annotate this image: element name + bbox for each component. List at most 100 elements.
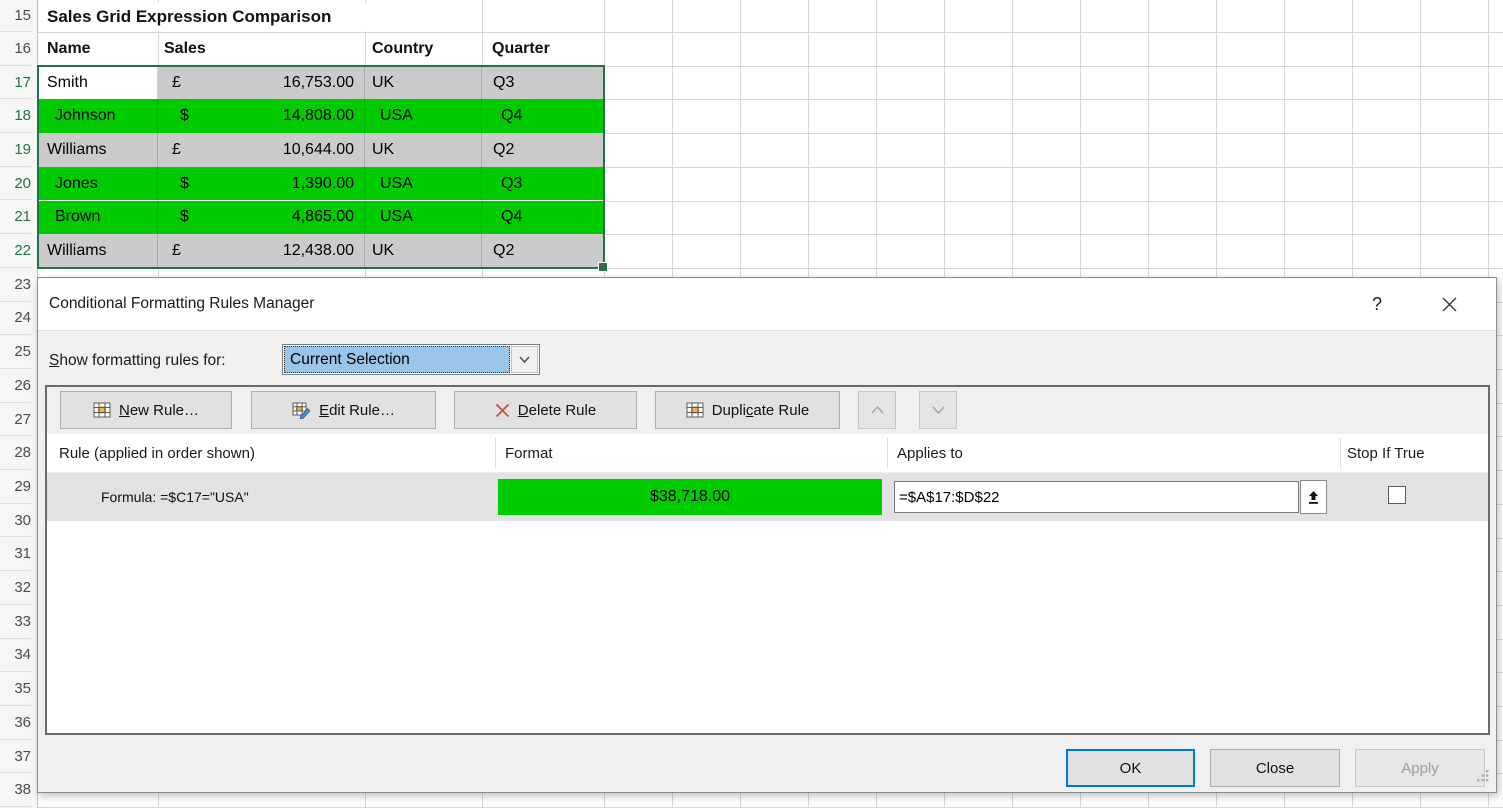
sales-amount: 1,390.00	[292, 175, 354, 193]
delete-rule-button[interactable]: Delete Rule	[454, 391, 637, 429]
apply-button[interactable]: Apply	[1355, 749, 1485, 787]
cell-sales[interactable]: $ 4,865.00	[158, 201, 365, 235]
row-header-15[interactable]: 15	[0, 0, 31, 32]
cell-country[interactable]: UK	[365, 133, 482, 167]
table-row[interactable]: Jones $ 1,390.00 USA Q3	[38, 167, 604, 201]
show-rules-label: Show formatting rules for:	[49, 346, 226, 376]
table-row[interactable]: Brown $ 4,865.00 USA Q4	[38, 201, 604, 235]
cell-quarter[interactable]: Q2	[482, 234, 604, 268]
column-header-quarter[interactable]: Quarter	[492, 34, 550, 64]
row-header-36[interactable]: 36	[0, 706, 31, 740]
red-x-icon	[495, 403, 510, 418]
currency-symbol: $	[180, 107, 189, 125]
row-header-17[interactable]: 17	[0, 66, 31, 100]
cell-country[interactable]: USA	[365, 167, 482, 201]
rule-format-preview: $38,718.00	[498, 479, 882, 515]
cell-country[interactable]: USA	[365, 99, 482, 133]
applies-to-input[interactable]	[894, 481, 1299, 513]
cell-name[interactable]: Williams	[38, 234, 158, 268]
row-header-20[interactable]: 20	[0, 167, 31, 201]
cell-country[interactable]: UK	[365, 234, 482, 268]
move-rule-down-button[interactable]	[919, 391, 957, 429]
header-stop-if-true: Stop If True	[1347, 434, 1425, 473]
row-header-22[interactable]: 22	[0, 234, 31, 268]
row-header-23[interactable]: 23	[0, 268, 31, 302]
header-rule: Rule (applied in order shown)	[59, 434, 255, 473]
table-row[interactable]: Johnson $ 14,808.00 USA Q4	[38, 99, 604, 133]
cell-name[interactable]: Smith	[38, 66, 158, 100]
chevron-down-icon[interactable]	[511, 346, 538, 373]
column-header-country[interactable]: Country	[372, 34, 433, 64]
row-header-24[interactable]: 24	[0, 302, 31, 336]
column-header-sales[interactable]: Sales	[164, 34, 206, 64]
show-rules-dropdown[interactable]: Current Selection	[282, 344, 540, 375]
row-header-31[interactable]: 31	[0, 538, 31, 572]
stop-if-true-checkbox[interactable]	[1388, 486, 1406, 504]
row-header-column: 1516171819202122232425262728293031323334…	[0, 0, 38, 808]
currency-symbol: £	[172, 74, 181, 92]
table-row[interactable]: Williams £ 10,644.00 UK Q2	[38, 133, 604, 167]
sales-amount: 16,753.00	[283, 74, 354, 92]
column-header-name[interactable]: Name	[47, 34, 91, 64]
row-header-34[interactable]: 34	[0, 639, 31, 673]
cell-sales[interactable]: £ 10,644.00	[158, 133, 365, 167]
close-button[interactable]: Close	[1210, 749, 1340, 787]
ok-button[interactable]: OK	[1066, 749, 1195, 787]
table-grid-icon	[93, 402, 111, 418]
table-grid-icon	[686, 402, 704, 418]
dialog-title: Conditional Formatting Rules Manager	[49, 295, 314, 313]
row-header-28[interactable]: 28	[0, 436, 31, 470]
show-rules-selected-value[interactable]: Current Selection	[284, 346, 510, 373]
sheet-title-cell[interactable]: Sales Grid Expression Comparison	[47, 3, 467, 31]
help-icon[interactable]: ?	[1362, 278, 1392, 330]
cell-quarter[interactable]: Q4	[482, 99, 604, 133]
row-header-25[interactable]: 25	[0, 335, 31, 369]
edit-rule-button[interactable]: Edit Rule…	[251, 391, 436, 429]
row-header-18[interactable]: 18	[0, 99, 31, 133]
table-row[interactable]: Smith £ 16,753.00 UK Q3	[38, 66, 604, 100]
row-header-16[interactable]: 16	[0, 32, 31, 66]
resize-grip[interactable]	[1477, 769, 1490, 787]
cell-name[interactable]: Williams	[38, 133, 158, 167]
row-header-33[interactable]: 33	[0, 605, 31, 639]
currency-symbol: $	[180, 175, 189, 193]
sales-amount: 12,438.00	[283, 242, 354, 260]
row-header-19[interactable]: 19	[0, 133, 31, 167]
row-header-21[interactable]: 21	[0, 201, 31, 235]
edit-pencil-icon	[292, 402, 311, 419]
currency-symbol: $	[180, 208, 189, 226]
row-header-26[interactable]: 26	[0, 369, 31, 403]
cell-name[interactable]: Brown	[38, 201, 158, 235]
cell-quarter[interactable]: Q3	[482, 167, 604, 201]
cell-sales[interactable]: £ 12,438.00	[158, 234, 365, 268]
new-rule-button[interactable]: New Rule…	[60, 391, 232, 429]
gridline	[38, 268, 1503, 269]
collapse-dialog-icon[interactable]	[1300, 480, 1327, 514]
currency-symbol: £	[172, 242, 181, 260]
cell-quarter[interactable]: Q2	[482, 133, 604, 167]
row-header-29[interactable]: 29	[0, 470, 31, 504]
row-header-37[interactable]: 37	[0, 740, 31, 774]
cell-country[interactable]: USA	[365, 201, 482, 235]
rule-row[interactable]: Formula: =$C17="USA" $38,718.00	[47, 473, 1488, 521]
dialog-titlebar[interactable]: Conditional Formatting Rules Manager	[38, 278, 1496, 331]
duplicate-rule-button[interactable]: Duplicate Rule	[655, 391, 840, 429]
row-header-38[interactable]: 38	[0, 773, 31, 807]
rules-list-header: Rule (applied in order shown) Format App…	[47, 434, 1488, 473]
cell-sales[interactable]: $ 14,808.00	[158, 99, 365, 133]
row-header-32[interactable]: 32	[0, 571, 31, 605]
table-row[interactable]: Williams £ 12,438.00 UK Q2	[38, 234, 604, 268]
cell-sales[interactable]: $ 1,390.00	[158, 167, 365, 201]
cell-name[interactable]: Jones	[38, 167, 158, 201]
cell-quarter[interactable]: Q4	[482, 201, 604, 235]
move-rule-up-button[interactable]	[858, 391, 896, 429]
close-icon[interactable]	[1432, 278, 1466, 330]
cell-quarter[interactable]: Q3	[482, 66, 604, 100]
cell-name[interactable]: Johnson	[38, 99, 158, 133]
row-header-35[interactable]: 35	[0, 672, 31, 706]
rules-toolbar: New Rule… Edit Rule… Delete Rule Duplica…	[47, 387, 1488, 434]
row-header-27[interactable]: 27	[0, 403, 31, 437]
row-header-30[interactable]: 30	[0, 504, 31, 538]
cell-country[interactable]: UK	[365, 66, 482, 100]
cell-sales[interactable]: £ 16,753.00	[158, 66, 365, 100]
